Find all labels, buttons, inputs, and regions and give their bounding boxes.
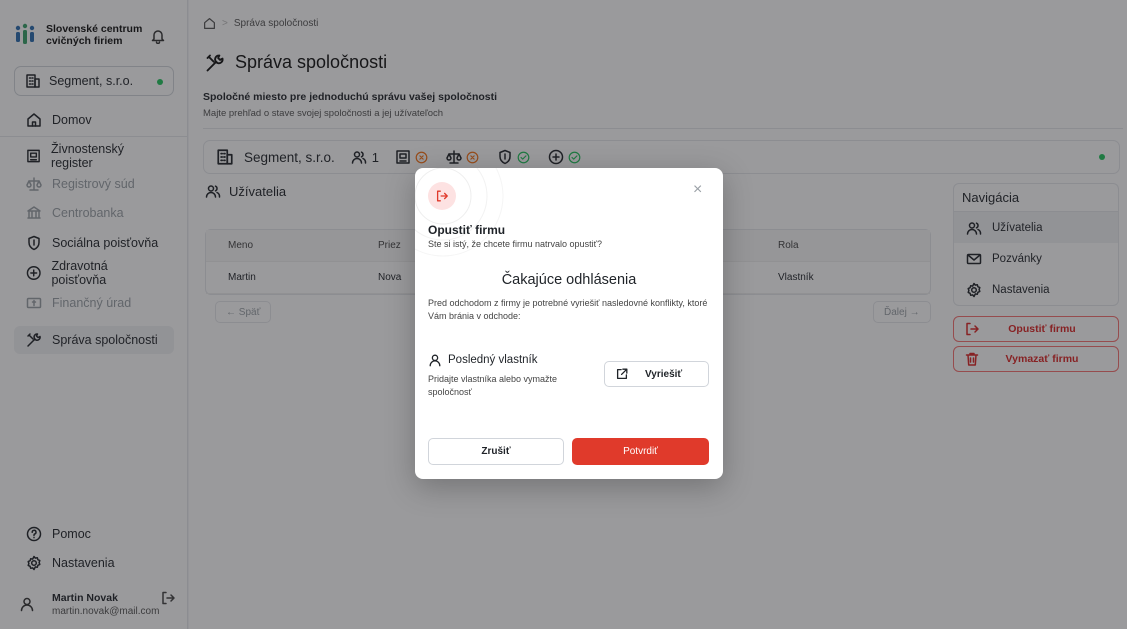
close-icon[interactable]: × <box>693 182 702 198</box>
user-icon <box>429 354 441 367</box>
conflict-title-text: Posledný vlastník <box>448 354 538 366</box>
modal-subtitle: Ste si istý, že chcete firmu natrvalo op… <box>428 239 602 249</box>
leave-company-modal: × Opustiť firmu Ste si istý, že chcete f… <box>415 168 723 479</box>
conflict-description: Pridajte vlastníka alebo vymažte spoločn… <box>428 374 558 397</box>
modal-heading: Čakajúce odhlásenia <box>501 272 637 288</box>
modal-title: Opustiť firmu <box>428 223 506 237</box>
cancel-button[interactable]: Zrušiť <box>428 438 564 465</box>
conflict-title: Posledný vlastník <box>428 353 538 367</box>
confirm-button[interactable]: Potvrdiť <box>572 438 709 465</box>
external-link-icon <box>616 368 628 380</box>
resolve-label: Vyriešiť <box>645 368 683 380</box>
modal-description: Pred odchodom z firmy je potrebné vyrieš… <box>428 298 708 321</box>
leave-icon <box>428 182 456 210</box>
resolve-button[interactable]: Vyriešiť <box>604 361 709 387</box>
